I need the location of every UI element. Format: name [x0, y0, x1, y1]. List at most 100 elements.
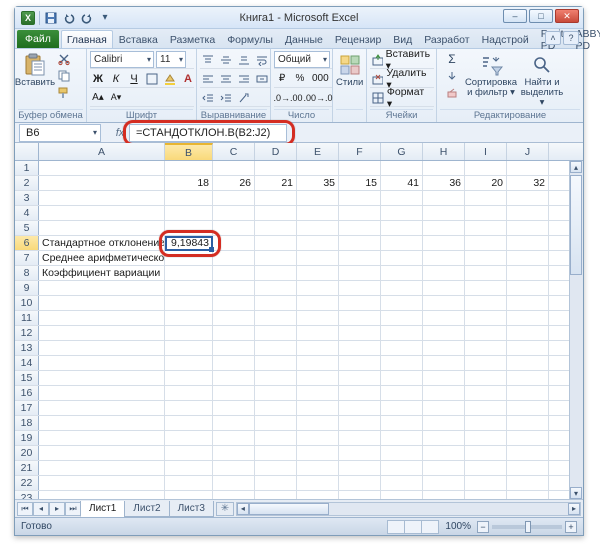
cell[interactable]	[381, 476, 423, 490]
cell[interactable]	[165, 251, 213, 265]
percent-button[interactable]: %	[292, 71, 308, 87]
cell[interactable]	[255, 431, 297, 445]
cell[interactable]	[423, 341, 465, 355]
find-select-button[interactable]: Найти ивыделить ▾	[518, 51, 566, 108]
cell[interactable]	[165, 221, 213, 235]
cell[interactable]	[381, 446, 423, 460]
col-header-D[interactable]: D	[255, 143, 297, 160]
cell[interactable]	[339, 386, 381, 400]
cell[interactable]	[339, 236, 381, 250]
cell[interactable]	[423, 431, 465, 445]
cell[interactable]	[255, 446, 297, 460]
format-cells-button[interactable]: Формат ▾	[370, 90, 434, 106]
formula-input[interactable]: =СТАНДОТКЛОН.В(B2:J2)	[129, 124, 287, 142]
cell[interactable]	[255, 416, 297, 430]
sheet-tab-3[interactable]: Лист3	[169, 501, 214, 517]
cell[interactable]	[381, 281, 423, 295]
cell[interactable]	[507, 221, 549, 235]
tab-layout[interactable]: Разметка	[164, 30, 221, 48]
tab-view[interactable]: Вид	[387, 30, 418, 48]
cell[interactable]	[297, 251, 339, 265]
align-middle-button[interactable]	[218, 52, 234, 68]
row-header[interactable]: 20	[15, 446, 39, 460]
cell[interactable]	[381, 461, 423, 475]
cell[interactable]	[381, 326, 423, 340]
cell[interactable]	[213, 281, 255, 295]
cell[interactable]	[165, 431, 213, 445]
align-bottom-button[interactable]	[236, 52, 252, 68]
cell[interactable]	[465, 236, 507, 250]
cell[interactable]	[507, 191, 549, 205]
cell[interactable]	[339, 191, 381, 205]
row-header[interactable]: 19	[15, 431, 39, 445]
clear-button[interactable]	[440, 85, 464, 101]
copy-button[interactable]	[55, 68, 73, 84]
redo-icon[interactable]	[80, 11, 94, 25]
hscroll-thumb[interactable]	[249, 503, 329, 515]
cell[interactable]	[165, 401, 213, 415]
row-header[interactable]: 2	[15, 176, 39, 190]
cell[interactable]	[39, 416, 165, 430]
cell[interactable]: Среднее арифметическое	[39, 251, 165, 265]
cell[interactable]	[381, 416, 423, 430]
cell[interactable]	[39, 296, 165, 310]
cell[interactable]: Коэффициент вариации	[39, 266, 165, 280]
increase-indent-button[interactable]	[218, 90, 234, 106]
cell[interactable]	[39, 401, 165, 415]
autosum-button[interactable]: Σ	[440, 51, 464, 67]
cell[interactable]	[39, 326, 165, 340]
merge-button[interactable]	[254, 71, 270, 87]
col-header-G[interactable]: G	[381, 143, 423, 160]
cell[interactable]	[381, 311, 423, 325]
cell[interactable]	[39, 281, 165, 295]
cell[interactable]	[423, 221, 465, 235]
cell[interactable]	[297, 401, 339, 415]
cell[interactable]	[339, 446, 381, 460]
cell[interactable]	[423, 476, 465, 490]
cell[interactable]: 41	[381, 176, 423, 190]
cell[interactable]	[255, 221, 297, 235]
cell[interactable]	[165, 206, 213, 220]
cell[interactable]	[465, 491, 507, 499]
cell[interactable]	[297, 266, 339, 280]
cell[interactable]: 9,19843	[165, 236, 213, 250]
cell[interactable]	[39, 476, 165, 490]
zoom-in-button[interactable]: +	[565, 521, 577, 533]
cell[interactable]	[381, 251, 423, 265]
row-header[interactable]: 7	[15, 251, 39, 265]
col-header-I[interactable]: I	[465, 143, 507, 160]
zoom-knob[interactable]	[525, 521, 531, 533]
tab-home[interactable]: Главная	[61, 30, 113, 48]
cell[interactable]	[213, 476, 255, 490]
cell[interactable]	[381, 266, 423, 280]
cell[interactable]	[213, 326, 255, 340]
cell[interactable]	[297, 446, 339, 460]
cell[interactable]	[297, 236, 339, 250]
cell[interactable]	[465, 341, 507, 355]
cell[interactable]	[423, 491, 465, 499]
fill-button[interactable]	[440, 68, 464, 84]
cell[interactable]	[339, 281, 381, 295]
cell[interactable]	[339, 311, 381, 325]
cell[interactable]	[255, 401, 297, 415]
cell[interactable]	[255, 326, 297, 340]
cell[interactable]	[423, 386, 465, 400]
cell[interactable]	[39, 161, 165, 175]
italic-button[interactable]: К	[108, 71, 124, 87]
cell[interactable]	[465, 266, 507, 280]
cell[interactable]	[465, 326, 507, 340]
save-icon[interactable]	[44, 11, 58, 25]
wrap-text-button[interactable]	[254, 52, 270, 68]
cell[interactable]	[507, 386, 549, 400]
cell[interactable]	[381, 161, 423, 175]
cell[interactable]	[339, 251, 381, 265]
spreadsheet-grid[interactable]: A B C D E F G H I J 12182621351541362032…	[15, 143, 583, 499]
sort-filter-button[interactable]: Сортировкаи фильтр ▾	[467, 51, 515, 98]
cell[interactable]	[213, 251, 255, 265]
cell[interactable]	[339, 476, 381, 490]
cell[interactable]	[165, 266, 213, 280]
cell[interactable]	[507, 416, 549, 430]
cell[interactable]: 21	[255, 176, 297, 190]
cell[interactable]	[297, 461, 339, 475]
cell[interactable]	[165, 386, 213, 400]
